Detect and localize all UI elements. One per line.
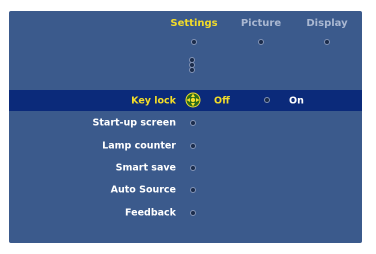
menu-item-feedback[interactable]: Feedback: [125, 208, 176, 219]
scroll-up-indicator-icon: [188, 57, 196, 79]
menu-item-auto-source[interactable]: Auto Source: [111, 185, 176, 196]
key-lock-option-on[interactable]: On: [289, 96, 304, 107]
tab-settings[interactable]: Settings: [170, 18, 217, 29]
menu-item-dot: [190, 143, 196, 149]
menu-item-key-lock[interactable]: Key lock: [131, 96, 176, 107]
menu-item-dot: [190, 165, 196, 171]
osd-menu-panel: Settings Picture Display Key lock Start-…: [9, 11, 362, 243]
tab-picture[interactable]: Picture: [241, 18, 281, 29]
menu-item-dot: [190, 187, 196, 193]
menu-item-startup-screen[interactable]: Start-up screen: [93, 118, 176, 129]
menu-item-smart-save[interactable]: Smart save: [116, 163, 176, 174]
key-lock-option-on-dot[interactable]: [264, 97, 270, 103]
menu-item-lamp-counter[interactable]: Lamp counter: [102, 141, 176, 152]
tab-display[interactable]: Display: [306, 18, 347, 29]
tab-picture-dot: [258, 39, 264, 45]
scroll-dot: [189, 67, 195, 73]
menu-item-dot: [190, 120, 196, 126]
navigation-cross-icon[interactable]: [185, 92, 201, 108]
tab-display-dot: [324, 39, 330, 45]
tab-settings-dot: [191, 39, 197, 45]
key-lock-option-off[interactable]: Off: [214, 96, 230, 107]
menu-item-dot: [190, 210, 196, 216]
